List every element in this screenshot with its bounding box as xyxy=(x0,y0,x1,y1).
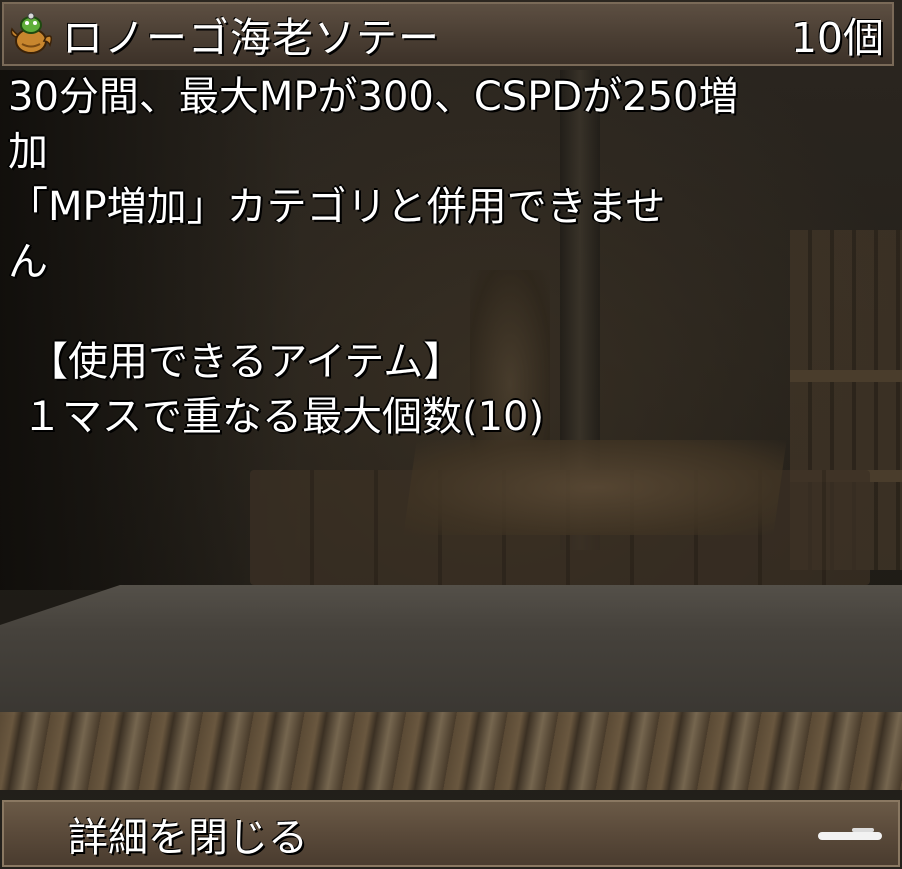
description-line: 加 xyxy=(8,129,48,175)
close-details-button[interactable]: 詳細を閉じる xyxy=(2,800,900,867)
close-details-label: 詳細を閉じる xyxy=(68,814,308,861)
item-count: 10個 xyxy=(790,14,884,62)
stack-info: １マスで重なる最大個数(10) xyxy=(22,394,545,440)
description-spacer xyxy=(8,290,848,335)
description-line: 30分間、最大MPが300、CSPDが250増 xyxy=(8,74,739,120)
teapot-food-icon xyxy=(10,12,53,54)
description-line: 「MP増加」カテゴリと併用できませ xyxy=(8,184,666,230)
item-name: ロノーゴ海老ソテー xyxy=(62,14,440,62)
background-counter xyxy=(0,585,902,715)
usable-items-heading: 【使用できるアイテム】 xyxy=(28,339,464,385)
item-description: 30分間、最大MPが300、CSPDが250増 加 「MP増加」カテゴリと併用で… xyxy=(8,70,848,445)
background-sack xyxy=(403,440,787,535)
background-floor-strip xyxy=(0,712,902,790)
description-line: ん xyxy=(8,239,48,285)
item-header: ロノーゴ海老ソテー 10個 xyxy=(2,2,894,66)
drag-handle-icon xyxy=(818,828,882,840)
game-screen: ロノーゴ海老ソテー 10個 30分間、最大MPが300、CSPDが250増 加 … xyxy=(0,0,902,869)
